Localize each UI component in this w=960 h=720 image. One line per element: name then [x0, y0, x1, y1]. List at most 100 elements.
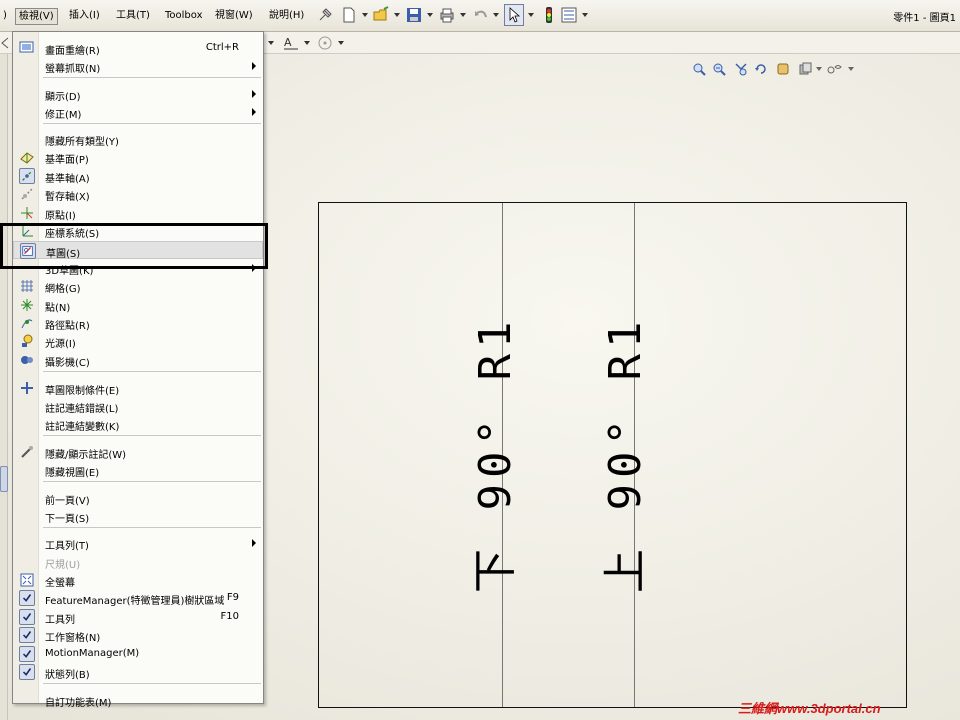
chevron-down-icon[interactable]	[816, 67, 822, 71]
save-icon[interactable]	[405, 6, 423, 24]
check-icon	[19, 664, 35, 680]
menu-item[interactable]: 草圖限制條件(E)	[13, 379, 263, 397]
menu-separator	[43, 481, 261, 482]
menu-item[interactable]: 全螢幕	[13, 571, 263, 589]
menu-insert[interactable]: 插入(I)	[66, 8, 103, 25]
rotate-view-icon[interactable]	[754, 62, 768, 76]
menu-item[interactable]: 隱藏/顯示註記(W)	[13, 443, 263, 461]
menu-item[interactable]: 攝影機(C)	[13, 351, 263, 369]
menu-item[interactable]: 自訂功能表(M)	[13, 691, 263, 709]
menu-item-label: 尺規(U)	[45, 560, 81, 571]
menu-item-label: FeatureManager(特徵管理員)樹狀區域	[45, 596, 225, 607]
menu-item[interactable]: 前一頁(V)	[13, 489, 263, 507]
menu-separator	[43, 123, 261, 124]
scroll-left-icon[interactable]	[0, 37, 10, 49]
menu-item-label: 下一頁(S)	[45, 514, 90, 525]
menu-tools[interactable]: 工具(T)	[113, 8, 153, 25]
display-style-icon[interactable]	[798, 62, 812, 76]
open-folder-icon[interactable]	[372, 6, 390, 24]
chevron-down-icon[interactable]	[582, 13, 588, 17]
menu-item[interactable]: 基準軸(A)	[13, 167, 263, 185]
menu-item[interactable]: 註記連結錯誤(L)	[13, 397, 263, 415]
chevron-down-icon[interactable]	[848, 67, 854, 71]
menu-item[interactable]: 隱藏所有類型(Y)	[13, 130, 263, 148]
menu-separator	[43, 77, 261, 78]
pan-view-icon[interactable]	[776, 62, 790, 76]
menu-item[interactable]: 網格(G)	[13, 277, 263, 295]
menu-item-label: 工具列(T)	[45, 541, 89, 552]
menu-item-label: 路徑點(R)	[45, 321, 90, 332]
menu-item[interactable]: 原點(I)	[13, 204, 263, 222]
chevron-down-icon[interactable]	[460, 13, 466, 17]
plane-icon	[20, 152, 34, 164]
drawing-sheet-frame: 下 90° R1 上 90° R1	[318, 202, 907, 708]
menu-item[interactable]: 路徑點(R)	[13, 314, 263, 332]
menu-item[interactable]: 顯示(D)	[13, 85, 263, 103]
chevron-down-icon[interactable]	[268, 41, 274, 45]
panel-expand-handle[interactable]	[0, 466, 8, 492]
submenu-arrow-icon	[252, 108, 256, 116]
undo-icon[interactable]	[472, 6, 490, 24]
menu-item[interactable]: 工具列(T)	[13, 534, 263, 552]
menu-window[interactable]: 視窗(W)	[212, 8, 256, 25]
menu-item[interactable]: 工作窗格(N)	[13, 626, 263, 644]
pin-icon[interactable]	[316, 6, 334, 24]
menu-item-label: 隱藏所有類型(Y)	[45, 137, 119, 148]
submenu-arrow-icon	[252, 539, 256, 547]
menu-item-label: 註記連結變數(K)	[45, 422, 120, 433]
menu-item[interactable]: 基準面(P)	[13, 148, 263, 166]
menu-item[interactable]: 光源(I)	[13, 332, 263, 350]
print-icon[interactable]	[438, 6, 456, 24]
options-icon[interactable]	[560, 6, 578, 24]
menu-prev[interactable]: )	[0, 8, 10, 25]
menu-separator	[43, 435, 261, 436]
camera-icon	[21, 356, 33, 364]
chevron-down-icon[interactable]	[394, 13, 400, 17]
select-pointer-icon[interactable]	[504, 4, 524, 26]
menu-item-label: 工作窗格(N)	[45, 633, 101, 644]
menu-item[interactable]: 畫面重繪(R) Ctrl+R	[13, 39, 263, 57]
text-annotation-icon[interactable]: A	[282, 34, 300, 52]
menu-item-label: 草圖限制條件(E)	[45, 386, 120, 397]
chevron-down-icon[interactable]	[493, 13, 499, 17]
menu-toolbox[interactable]: Toolbox	[162, 8, 206, 25]
redraw-icon	[19, 41, 34, 53]
menu-item[interactable]: 工具列 F10	[13, 608, 263, 626]
menu-item[interactable]: 狀態列(B)	[13, 663, 263, 681]
chevron-down-icon[interactable]	[362, 13, 368, 17]
menu-separator	[43, 683, 261, 684]
menu-item[interactable]: 下一頁(S)	[13, 507, 263, 525]
new-document-icon[interactable]	[340, 6, 358, 24]
menu-item[interactable]: FeatureManager(特徵管理員)樹狀區域 F9	[13, 589, 263, 607]
rebuild-icon[interactable]	[540, 6, 558, 24]
highlight-callout-box	[0, 223, 268, 269]
fold-label-up: 上 90° R1	[600, 315, 651, 593]
grid-icon	[21, 280, 33, 292]
view-settings-icon[interactable]	[826, 62, 844, 76]
light-icon	[22, 334, 33, 347]
menu-view[interactable]: 檢視(V)	[15, 8, 58, 25]
menu-item-label: 畫面重繪(R)	[45, 46, 100, 57]
document-title: 零件1 - 圖頁1	[893, 13, 956, 24]
menu-item-shortcut: F10	[220, 611, 239, 622]
menu-item[interactable]: 螢幕抓取(N)	[13, 57, 263, 75]
chevron-down-icon[interactable]	[528, 13, 534, 17]
previous-view-icon[interactable]	[734, 62, 748, 76]
menu-item-label: 網格(G)	[45, 284, 81, 295]
point-icon	[21, 299, 33, 311]
menu-item[interactable]: 註記連結變數(K)	[13, 415, 263, 433]
zoom-to-fit-icon[interactable]	[692, 62, 706, 76]
chevron-down-icon[interactable]	[304, 41, 310, 45]
menu-item[interactable]: 暫存軸(X)	[13, 185, 263, 203]
menu-item-label: 原點(I)	[45, 211, 76, 222]
chevron-down-icon[interactable]	[427, 13, 433, 17]
menu-item[interactable]: 修正(M)	[13, 103, 263, 121]
menu-item[interactable]: 隱藏視圖(E)	[13, 461, 263, 479]
chevron-down-icon[interactable]	[338, 41, 344, 45]
zoom-area-icon[interactable]	[712, 62, 726, 76]
menu-help[interactable]: 說明(H)	[266, 8, 307, 25]
view-menu-dropdown: 畫面重繪(R) Ctrl+R 螢幕抓取(N) 顯示(D) 修正(M) 隱藏所有類型(Y) 基…	[12, 31, 264, 709]
menu-item[interactable]: 點(N)	[13, 296, 263, 314]
menu-item[interactable]: MotionManager(M)	[13, 645, 263, 663]
circle-tool-icon[interactable]	[316, 34, 334, 52]
